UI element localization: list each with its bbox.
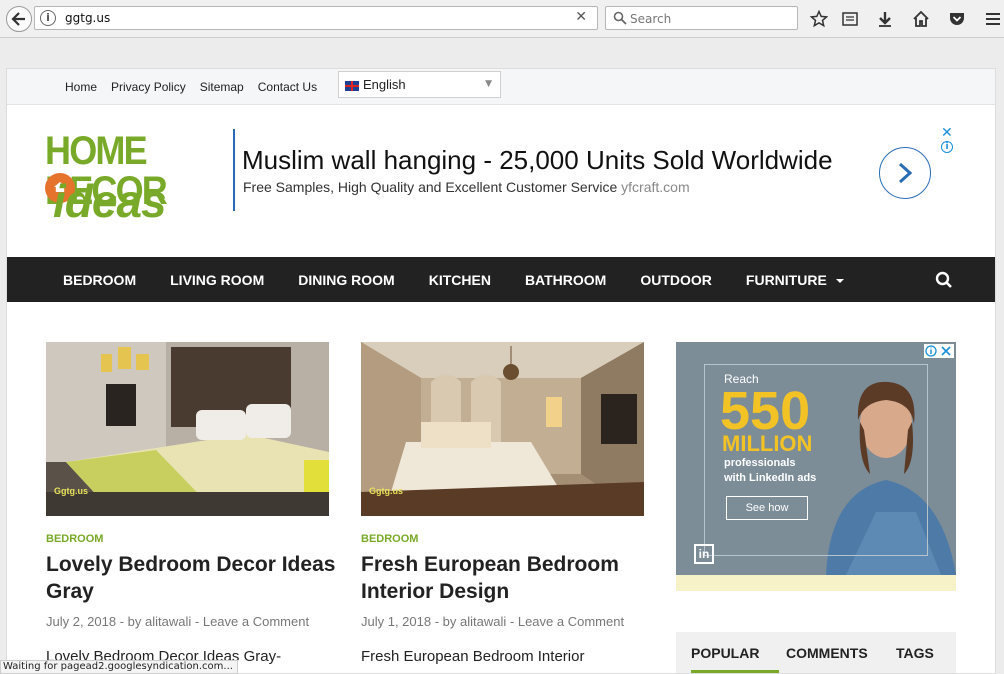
nav-furniture-label: FURNITURE (745, 272, 827, 288)
menu-icon[interactable] (982, 8, 1004, 30)
clear-url-icon[interactable]: ✕ (575, 9, 587, 25)
post-date[interactable]: July 2, 2018 (46, 614, 116, 629)
uk-flag-icon (345, 81, 359, 91)
chevron-right-icon (898, 162, 913, 184)
reading-list-icon[interactable] (839, 8, 861, 30)
home-icon[interactable] (910, 8, 932, 30)
post-thumbnail[interactable]: Ggtg.us (46, 342, 329, 516)
ad-info-close-icon (925, 345, 951, 357)
ad-go-button[interactable] (879, 147, 931, 199)
back-arrow-icon (11, 12, 25, 26)
post-meta: July 2, 2018 - by alitawali - Leave a Co… (46, 614, 310, 629)
ad-choices[interactable] (924, 344, 954, 358)
linkedin-logo-icon: in (694, 544, 714, 564)
post-author[interactable]: alitawali (145, 614, 191, 629)
info-icon[interactable]: i (40, 10, 56, 26)
ad-line2: with LinkedIn ads (724, 472, 817, 484)
image-watermark: Ggtg.us (54, 486, 88, 496)
nav-search-button[interactable] (935, 271, 953, 294)
sidebar-ad[interactable]: Reach 550 MILLION professionals with Link… (676, 342, 956, 591)
post-thumbnail[interactable]: Ggtg.us (361, 342, 644, 516)
post-comment-link[interactable]: Leave a Comment (518, 614, 624, 629)
browser-search-input[interactable]: Search (605, 6, 798, 30)
search-icon (613, 11, 627, 25)
top-bar: Home Privacy Policy Sitemap Contact Us E… (7, 69, 995, 105)
ad-accent-bar (233, 129, 235, 211)
post-meta: July 1, 2018 - by alitawali - Leave a Co… (361, 614, 625, 629)
post-by: by (442, 614, 457, 629)
ad-info-icon[interactable]: i (941, 141, 953, 153)
ad-line1: professionals (724, 457, 796, 469)
chevron-down-icon: ▼ (485, 79, 492, 89)
top-nav-sitemap[interactable]: Sitemap (200, 80, 244, 94)
tab-comments[interactable]: COMMENTS (786, 645, 868, 661)
logo-text-bottom: ideas (53, 175, 167, 227)
ad-million-label: MILLION (722, 431, 813, 456)
ad-banner[interactable]: Muslim wall hanging - 25,000 Units Sold … (233, 129, 963, 211)
post-date[interactable]: July 1, 2018 (361, 614, 431, 629)
nav-kitchen[interactable]: KITCHEN (429, 272, 491, 288)
ad-close-icon[interactable]: ✕ (941, 125, 953, 141)
post-author[interactable]: alitawali (460, 614, 506, 629)
ad-description: professionals with LinkedIn ads (724, 456, 816, 486)
nav-living-room[interactable]: LIVING ROOM (170, 272, 264, 288)
pocket-icon[interactable] (946, 8, 968, 30)
language-value: English (363, 77, 406, 92)
site-logo[interactable]: HOME DECOR ideas (45, 131, 215, 227)
language-select[interactable]: English ▼ (338, 71, 501, 98)
url-bar[interactable]: i ggtg.us ✕ (34, 6, 598, 30)
sidebar-tabs: POPULAR COMMENTS TAGS (676, 632, 956, 673)
ad-domain: yfcraft.com (621, 179, 690, 195)
post-by: by (127, 614, 142, 629)
main-navigation: BEDROOM LIVING ROOM DINING ROOM KITCHEN … (7, 257, 995, 302)
nav-dining-room[interactable]: DINING ROOM (298, 272, 394, 288)
ad-bottom-strip (676, 575, 956, 591)
top-nav-home[interactable]: Home (65, 80, 97, 94)
search-icon (935, 271, 952, 288)
post-category[interactable]: BEDROOM (361, 533, 418, 545)
nav-bedroom[interactable]: BEDROOM (63, 272, 136, 288)
nav-furniture[interactable]: FURNITURE (746, 272, 845, 288)
caret-down-icon (835, 279, 844, 283)
post-category[interactable]: BEDROOM (46, 533, 103, 545)
ad-see-how-button[interactable]: See how (726, 496, 808, 520)
post-excerpt: Fresh European Bedroom Interior (361, 648, 585, 665)
post-title[interactable]: Fresh European Bedroom Interior Design (361, 551, 621, 605)
browser-status-bar: Waiting for pagead2.googlesyndication.co… (0, 660, 238, 674)
bookmark-star-icon[interactable] (808, 8, 830, 30)
web-page: Home Privacy Policy Sitemap Contact Us E… (6, 68, 996, 674)
tab-popular[interactable]: POPULAR (691, 645, 780, 673)
search-placeholder: Search (630, 12, 672, 26)
ad-big-number: 550 (720, 381, 811, 441)
nav-outdoor[interactable]: OUTDOOR (640, 272, 712, 288)
tab-tags[interactable]: TAGS (896, 645, 934, 661)
ad-headline[interactable]: Muslim wall hanging - 25,000 Units Sold … (242, 145, 833, 176)
browser-toolbar: i ggtg.us ✕ Search (0, 0, 1004, 38)
post-comment-link[interactable]: Leave a Comment (203, 614, 309, 629)
back-button[interactable] (6, 6, 32, 32)
ad-subtext: Free Samples, High Quality and Excellent… (243, 179, 690, 195)
nav-bathroom[interactable]: BATHROOM (525, 272, 606, 288)
top-nav-contact-us[interactable]: Contact Us (258, 80, 317, 94)
image-watermark: Ggtg.us (369, 486, 403, 496)
ad-description: Free Samples, High Quality and Excellent… (243, 179, 618, 195)
download-icon[interactable] (874, 8, 896, 30)
url-text: ggtg.us (65, 11, 111, 25)
top-navigation: Home Privacy Policy Sitemap Contact Us (65, 80, 331, 94)
post-title[interactable]: Lovely Bedroom Decor Ideas Gray (46, 551, 336, 605)
top-nav-privacy-policy[interactable]: Privacy Policy (111, 80, 186, 94)
